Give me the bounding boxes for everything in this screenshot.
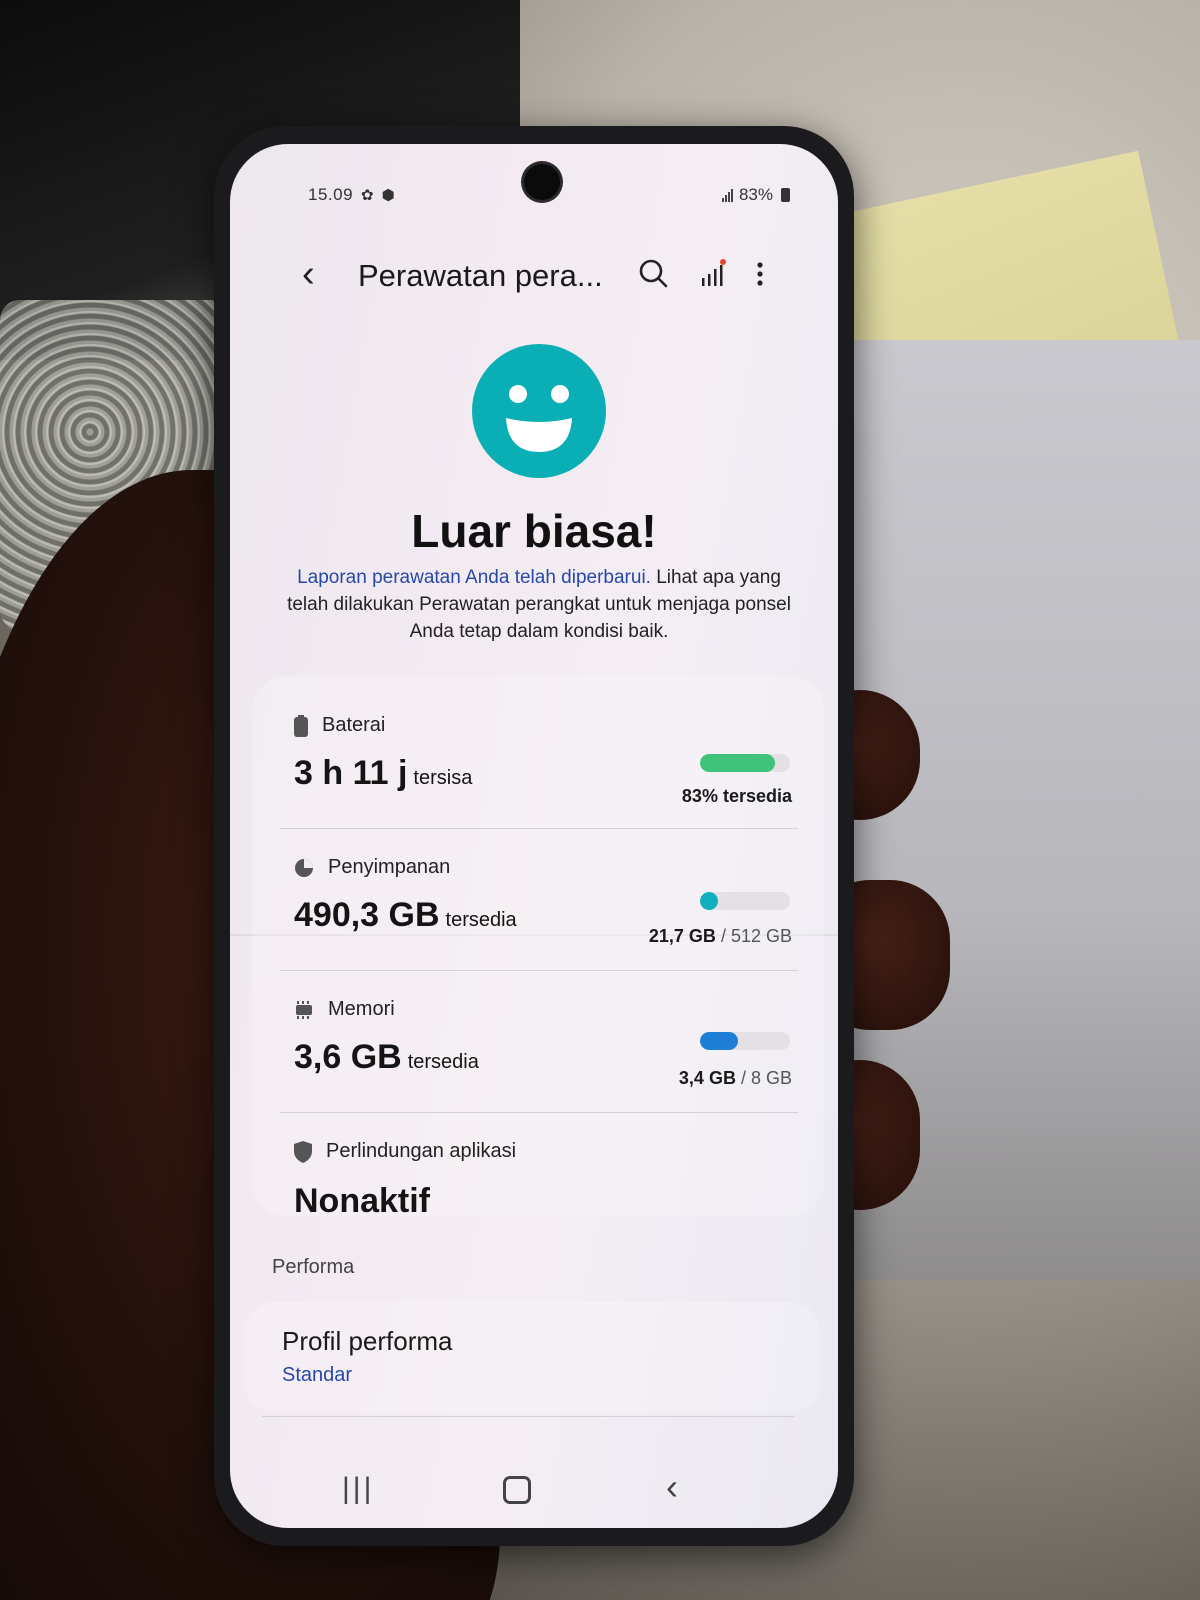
settings-status-icon: ✿ (361, 187, 374, 204)
storage-usage: 21,7 GB / 512 GB (649, 926, 792, 947)
battery-unit: tersisa (413, 767, 473, 789)
shield-status-icon: ⬢ (381, 187, 395, 204)
memory-bar (700, 1032, 790, 1050)
storage-bar (700, 892, 790, 910)
recents-icon[interactable]: ||| (342, 1472, 374, 1506)
nav-back-icon[interactable]: ‹ (666, 1466, 678, 1508)
phone: 15.09 ✿ ⬢ 83% ‹ Perawatan pera... Luar b… (214, 126, 854, 1546)
divider (280, 828, 798, 829)
battery-label: Baterai (322, 714, 386, 736)
memory-total: / 8 GB (740, 1068, 792, 1088)
pie-chart-icon (295, 858, 313, 877)
photo-scene: 15.09 ✿ ⬢ 83% ‹ Perawatan pera... Luar b… (0, 0, 1200, 1600)
search-icon[interactable] (634, 254, 674, 294)
divider (262, 1416, 794, 1417)
performance-profile-title: Profil performa (282, 1326, 453, 1356)
navigation-bar: ||| ‹ (230, 1448, 838, 1528)
storage-total: / 512 GB (720, 926, 792, 946)
phone-screen: 15.09 ✿ ⬢ 83% ‹ Perawatan pera... Luar b… (230, 144, 838, 1528)
app-protection-label: Perlindungan aplikasi (326, 1140, 517, 1162)
battery-bar-fill (700, 754, 775, 772)
performance-profile-item[interactable]: Profil performa Standar (244, 1302, 820, 1412)
battery-icon (294, 714, 308, 737)
storage-available: 490,3 GB tersedia (294, 896, 517, 935)
divider (280, 970, 798, 971)
page-title: Perawatan pera... (358, 258, 603, 293)
memory-used: 3,4 GB (678, 1068, 736, 1088)
memory-bar-fill (700, 1032, 739, 1050)
storage-unit: tersedia (445, 909, 517, 931)
stats-icon[interactable] (694, 254, 734, 294)
memory-unit: tersedia (407, 1051, 479, 1073)
storage-used: 21,7 GB (648, 926, 716, 946)
battery-bar (700, 754, 790, 772)
performance-section-label: Performa (272, 1256, 355, 1278)
back-arrow-icon[interactable]: ‹ (302, 254, 315, 294)
app-protection-value: Nonaktif (294, 1182, 430, 1220)
memory-available: 3,6 GB tersedia (294, 1038, 479, 1077)
shield-icon (294, 1140, 312, 1163)
more-options-icon[interactable] (750, 254, 770, 294)
battery-label-line: Baterai (294, 714, 385, 737)
app-protection-label-line: Perlindungan aplikasi (294, 1140, 516, 1163)
storage-label: Penyimpanan (328, 856, 451, 878)
home-icon[interactable] (503, 1476, 531, 1504)
performance-profile-value: Standar (282, 1364, 353, 1386)
battery-percent: 83% (738, 185, 773, 204)
memory-row[interactable]: Memori 3,6 GB tersedia 3,4 GB / 8 GB (230, 980, 838, 1110)
storage-bar-fill (700, 892, 718, 910)
memory-label: Memori (328, 998, 395, 1020)
storage-value: 490,3 GB (294, 896, 440, 934)
app-bar: ‹ Perawatan pera... (230, 244, 838, 304)
battery-row[interactable]: Baterai 3 h 11 j tersisa 83% tersedia (230, 696, 838, 826)
smiley-face-icon (472, 344, 606, 478)
memory-label-line: Memori (294, 998, 395, 1021)
report-link[interactable]: Laporan perawatan Anda telah diperbarui. (297, 567, 651, 588)
status-right: 83% (721, 185, 790, 205)
divider (280, 1112, 798, 1113)
status-time: 15.09 (308, 185, 354, 204)
battery-available: 83% tersedia (681, 786, 792, 806)
storage-label-line: Penyimpanan (294, 856, 450, 879)
app-protection-row[interactable]: Perlindungan aplikasi Nonaktif (230, 1122, 838, 1232)
memory-chip-icon (296, 1000, 312, 1019)
memory-value: 3,6 GB (294, 1038, 402, 1076)
status-bar: 15.09 ✿ ⬢ 83% (308, 180, 790, 210)
battery-value: 3 h 11 j (294, 754, 408, 792)
headline: Luar biasa! (411, 505, 657, 557)
care-description: Laporan perawatan Anda telah diperbarui.… (284, 564, 794, 645)
storage-row[interactable]: Penyimpanan 490,3 GB tersedia 21,7 GB / 5… (230, 838, 838, 968)
memory-usage: 3,4 GB / 8 GB (679, 1068, 792, 1089)
battery-time-left: 3 h 11 j tersisa (294, 754, 472, 793)
battery-status-icon (781, 188, 790, 202)
signal-icon (721, 188, 733, 202)
